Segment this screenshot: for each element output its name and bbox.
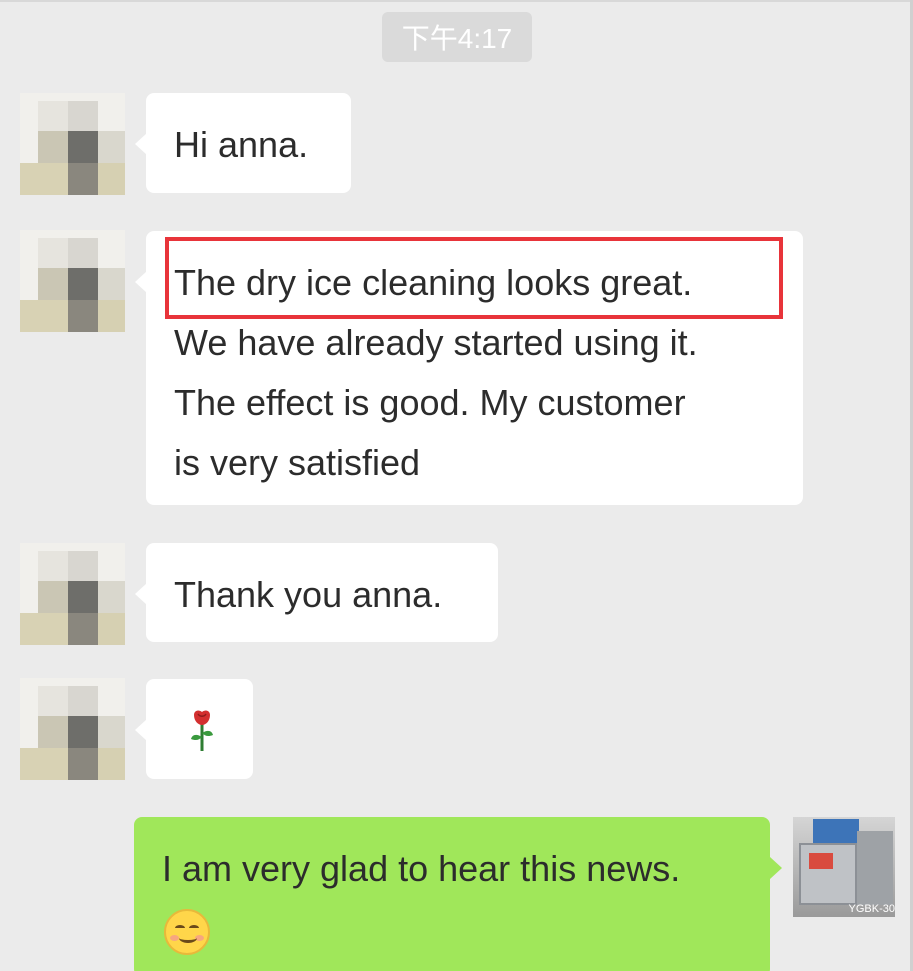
top-border bbox=[0, 0, 913, 2]
avatar-caption: YGBK-30 bbox=[848, 903, 895, 915]
message-bubble-1[interactable]: Hi anna. bbox=[135, 93, 351, 193]
message-text: Hi anna. bbox=[174, 124, 309, 165]
contact-avatar[interactable] bbox=[20, 230, 125, 332]
message-line-4: is very satisfied bbox=[174, 442, 421, 483]
timestamp-badge: 下午4:17 bbox=[382, 12, 532, 62]
message-text: I am very glad to hear this news. bbox=[162, 848, 681, 889]
message-line-1: The dry ice cleaning looks great. bbox=[174, 262, 693, 303]
my-avatar[interactable]: YGBK-30 bbox=[793, 817, 895, 917]
rose-emoji bbox=[191, 710, 213, 751]
message-bubble-3[interactable]: Thank you anna. bbox=[135, 543, 498, 642]
contact-avatar[interactable] bbox=[20, 678, 125, 780]
contact-avatar[interactable] bbox=[20, 543, 125, 645]
message-line-2: We have already started using it. bbox=[174, 322, 698, 363]
message-line-3: The effect is good. My customer bbox=[174, 382, 686, 423]
message-bubble-2[interactable]: The dry ice cleaning looks great. We hav… bbox=[135, 231, 803, 505]
contact-avatar[interactable] bbox=[20, 93, 125, 195]
my-message-bubble[interactable]: I am very glad to hear this news. bbox=[134, 817, 782, 971]
smiling-face-emoji bbox=[164, 909, 210, 955]
message-bubble-4[interactable] bbox=[135, 679, 253, 779]
message-text: Thank you anna. bbox=[174, 574, 443, 615]
